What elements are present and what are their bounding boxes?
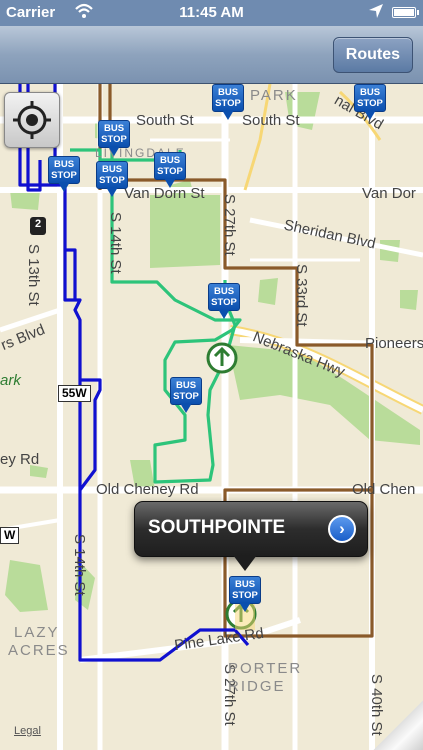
- crosshair-icon: [13, 101, 51, 139]
- bus-stop-marker[interactable]: BUS STOP: [208, 283, 240, 319]
- street-label: ey Rd: [0, 451, 40, 468]
- street-label: Van Dor: [362, 185, 416, 202]
- bus-stop-marker[interactable]: BUS STOP: [212, 84, 244, 120]
- street-label: S 33rd St: [293, 264, 310, 327]
- bus-stop-marker[interactable]: BUS STOP: [96, 161, 128, 197]
- detail-disclosure-button[interactable]: ›: [328, 515, 356, 543]
- area-label: LAZY: [14, 624, 60, 641]
- status-bar: Carrier 11:45 AM: [0, 0, 423, 26]
- legal-link[interactable]: Legal: [14, 725, 41, 737]
- bus-stop-marker[interactable]: BUS STOP: [48, 156, 80, 192]
- location-arrow-icon: [368, 3, 384, 23]
- status-time: 11:45 AM: [179, 4, 244, 21]
- street-label: Pioneers: [365, 335, 423, 352]
- callout-pointer: [233, 555, 257, 571]
- area-label: ACRES: [8, 642, 70, 659]
- route-shield-icon: 2: [30, 217, 46, 235]
- street-label: South St: [136, 112, 194, 129]
- stop-callout[interactable]: SOUTHPOINTE ›: [134, 501, 368, 571]
- locate-me-button[interactable]: [4, 92, 60, 148]
- street-label: S 13th St: [25, 244, 42, 306]
- battery-icon: [392, 7, 419, 18]
- street-label: South St: [242, 112, 300, 129]
- callout-title: SOUTHPOINTE: [148, 517, 286, 538]
- bus-stop-marker[interactable]: BUS STOP: [229, 576, 261, 612]
- bus-stop-marker[interactable]: BUS STOP: [98, 120, 130, 156]
- area-label: RIDGE: [228, 678, 286, 695]
- route-direction-marker-1: [206, 342, 238, 374]
- bus-stop-marker[interactable]: BUS STOP: [354, 84, 386, 120]
- area-label: PARK: [250, 87, 298, 104]
- area-label: PORTER: [228, 660, 303, 677]
- routes-button[interactable]: Routes: [332, 37, 413, 73]
- street-label: S 14th St: [71, 534, 88, 596]
- street-label: Old Cheney Rd: [96, 481, 199, 498]
- navigation-bar: Routes: [0, 26, 423, 84]
- street-label: S 14th St: [107, 212, 124, 274]
- park-label: ark: [0, 372, 21, 389]
- page-curl-button[interactable]: [373, 700, 423, 750]
- bus-stop-marker[interactable]: BUS STOP: [154, 152, 186, 188]
- bus-stop-marker[interactable]: BUS STOP: [170, 377, 202, 413]
- street-label: Old Chen: [352, 481, 416, 498]
- highway-shield: 55W: [58, 385, 91, 402]
- street-label: S 27th St: [221, 194, 238, 256]
- highway-shield: W: [0, 527, 20, 544]
